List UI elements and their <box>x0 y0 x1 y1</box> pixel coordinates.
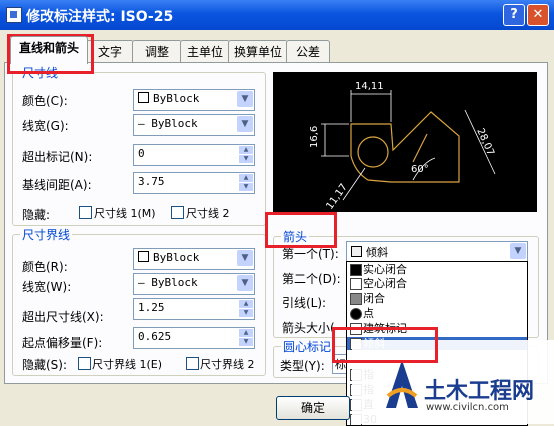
tab-fit[interactable]: 调整 <box>132 40 182 63</box>
ext-extend-spinner[interactable]: 1.25 ▲ ▼ <box>133 298 255 320</box>
ext-lineweight-value: — ByBlock <box>138 276 198 289</box>
preview-drawing: 14,11 16,6 28,07 11,17 60° <box>309 81 496 212</box>
leader-arrow-label: 引线(L): <box>282 296 327 310</box>
suppress-ext2-checkbox[interactable] <box>186 357 199 370</box>
dim-color-label: 颜色(C): <box>22 94 68 108</box>
spin-up-icon[interactable]: ▲ <box>239 174 253 182</box>
spin-down-icon[interactable]: ▼ <box>239 183 253 191</box>
dim-color-value: ByBlock <box>153 92 200 105</box>
dim-extend-spinner[interactable]: 0 ▲ ▼ <box>133 144 255 166</box>
dropdown-option[interactable]: 空心闭合 <box>347 277 527 290</box>
chevron-down-icon[interactable]: ▼ <box>237 116 253 132</box>
dim-baseline-spinner[interactable]: 3.75 ▲ ▼ <box>133 172 255 194</box>
watermark-logo-icon <box>386 360 418 408</box>
dim-extend-label: 超出标记(N): <box>22 150 93 164</box>
suppress-ext1-checkbox[interactable] <box>78 357 91 370</box>
tab-lines-arrows[interactable]: 直线和箭头 <box>10 36 88 64</box>
ext-color-label: 颜色(R): <box>22 260 68 274</box>
center-mark-title: 圆心标记 <box>281 338 334 355</box>
closed-filled-arrow-icon <box>350 264 362 276</box>
dim-text-right: 28,07 <box>474 127 496 158</box>
ext-lineweight-combo[interactable]: — ByBlock ▼ <box>133 273 255 295</box>
chevron-down-icon[interactable]: ▼ <box>237 250 253 266</box>
dim-text-left: 16,6 <box>309 126 320 148</box>
spin-down-icon[interactable]: ▼ <box>239 155 253 163</box>
dim-suppress-label: 隐藏: <box>22 208 51 222</box>
ok-button[interactable]: 确定 <box>276 396 350 420</box>
ext-extend-label: 超出尺寸线(X): <box>22 310 104 324</box>
chevron-down-icon[interactable]: ▼ <box>237 91 253 107</box>
second-arrow-label: 第二个(D): <box>282 272 341 286</box>
suppress-dim1-label: 尺寸线 1(M) <box>94 207 156 220</box>
ext-offset-value: 0.625 <box>138 330 172 343</box>
dim-lineweight-label: 线宽(G): <box>22 119 69 133</box>
tab-alternate-units[interactable]: 换算单位 <box>228 40 288 63</box>
ext-extend-value: 1.25 <box>138 301 165 314</box>
help-button[interactable]: ? <box>503 4 525 26</box>
spin-up-icon[interactable]: ▲ <box>239 300 253 308</box>
ext-offset-label: 起点偏移量(F): <box>22 336 103 350</box>
dim-baseline-value: 3.75 <box>138 175 165 188</box>
ext-lines-title: 尺寸界线 <box>20 226 73 243</box>
dim-text-bottom: 11,17 <box>324 182 349 212</box>
window-title: 修改标注样式: ISO-25 <box>26 9 174 25</box>
dropdown-option[interactable]: 点 <box>347 307 527 320</box>
highlight-box-arrows <box>265 212 337 248</box>
spin-up-icon[interactable]: ▲ <box>239 329 253 337</box>
oblique-arrow-icon <box>351 246 362 257</box>
dim-baseline-label: 基线间距(A): <box>22 178 92 192</box>
arrow-size-label: 箭头大小( <box>282 321 335 335</box>
suppress-dim2-label: 尺寸线 2 <box>186 207 230 220</box>
center-type-label: 类型(Y): <box>280 359 325 373</box>
suppress-ext1-label: 尺寸界线 1(E) <box>92 358 163 371</box>
dim-lineweight-combo[interactable]: — ByBlock ▼ <box>133 114 255 136</box>
highlight-box-oblique <box>332 327 438 363</box>
dropdown-option[interactable]: 闭合 <box>347 292 527 305</box>
closed-blank-arrow-icon <box>350 278 362 290</box>
ext-offset-spinner[interactable]: 0.625 ▲ ▼ <box>133 327 255 349</box>
tab-tolerances[interactable]: 公差 <box>286 40 330 63</box>
closed-arrow-icon <box>350 293 362 305</box>
suppress-ext2-label: 尺寸界线 2 <box>200 358 255 371</box>
spin-up-icon[interactable]: ▲ <box>239 146 253 154</box>
spin-down-icon[interactable]: ▼ <box>239 309 253 317</box>
dim-lineweight-value: — ByBlock <box>138 117 198 130</box>
dim-text-angle: 60° <box>411 164 429 175</box>
app-icon <box>6 7 22 23</box>
watermark-name: 土木工程网 <box>424 379 535 404</box>
dot-icon <box>350 308 362 320</box>
dropdown-option[interactable]: 实心闭合 <box>347 263 527 276</box>
spin-down-icon[interactable]: ▼ <box>239 338 253 346</box>
close-button[interactable]: ✕ <box>527 4 549 26</box>
tab-primary-units[interactable]: 主单位 <box>180 40 230 63</box>
color-swatch-icon <box>138 92 149 103</box>
preview-canvas: 14,11 16,6 28,07 11,17 60° <box>273 72 537 212</box>
title-bar: 修改标注样式: ISO-25 ? ✕ <box>0 0 554 30</box>
chevron-down-icon[interactable]: ▼ <box>237 275 253 291</box>
suppress-dim2-checkbox[interactable] <box>171 206 184 219</box>
color-swatch-icon <box>138 251 149 262</box>
ext-suppress-label: 隐藏(S): <box>22 358 68 372</box>
dim-extend-value: 0 <box>138 147 145 160</box>
ext-color-value: ByBlock <box>153 251 200 264</box>
dim-text-top: 14,11 <box>355 81 384 92</box>
suppress-dim1-checkbox[interactable] <box>79 206 92 219</box>
ext-color-combo[interactable]: ByBlock ▼ <box>133 248 255 270</box>
ext-lineweight-label: 线宽(W): <box>22 280 72 294</box>
first-arrow-value: 倾斜 <box>366 246 388 259</box>
watermark-url: www.civilcn.com <box>426 402 509 413</box>
dim-color-combo[interactable]: ByBlock ▼ <box>133 89 255 111</box>
first-arrow-combo[interactable]: 倾斜 ▼ <box>346 241 528 263</box>
chevron-down-icon[interactable]: ▼ <box>510 243 526 259</box>
